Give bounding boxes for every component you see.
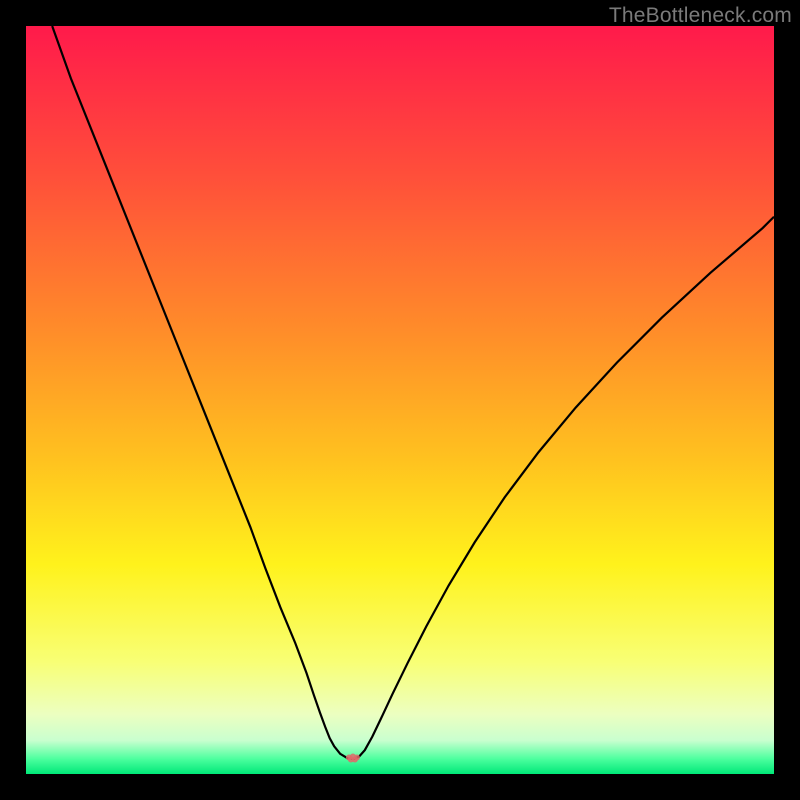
chart-frame [26,26,774,774]
bottleneck-chart [26,26,774,774]
gradient-background [26,26,774,774]
watermark-text: TheBottleneck.com [609,4,792,28]
